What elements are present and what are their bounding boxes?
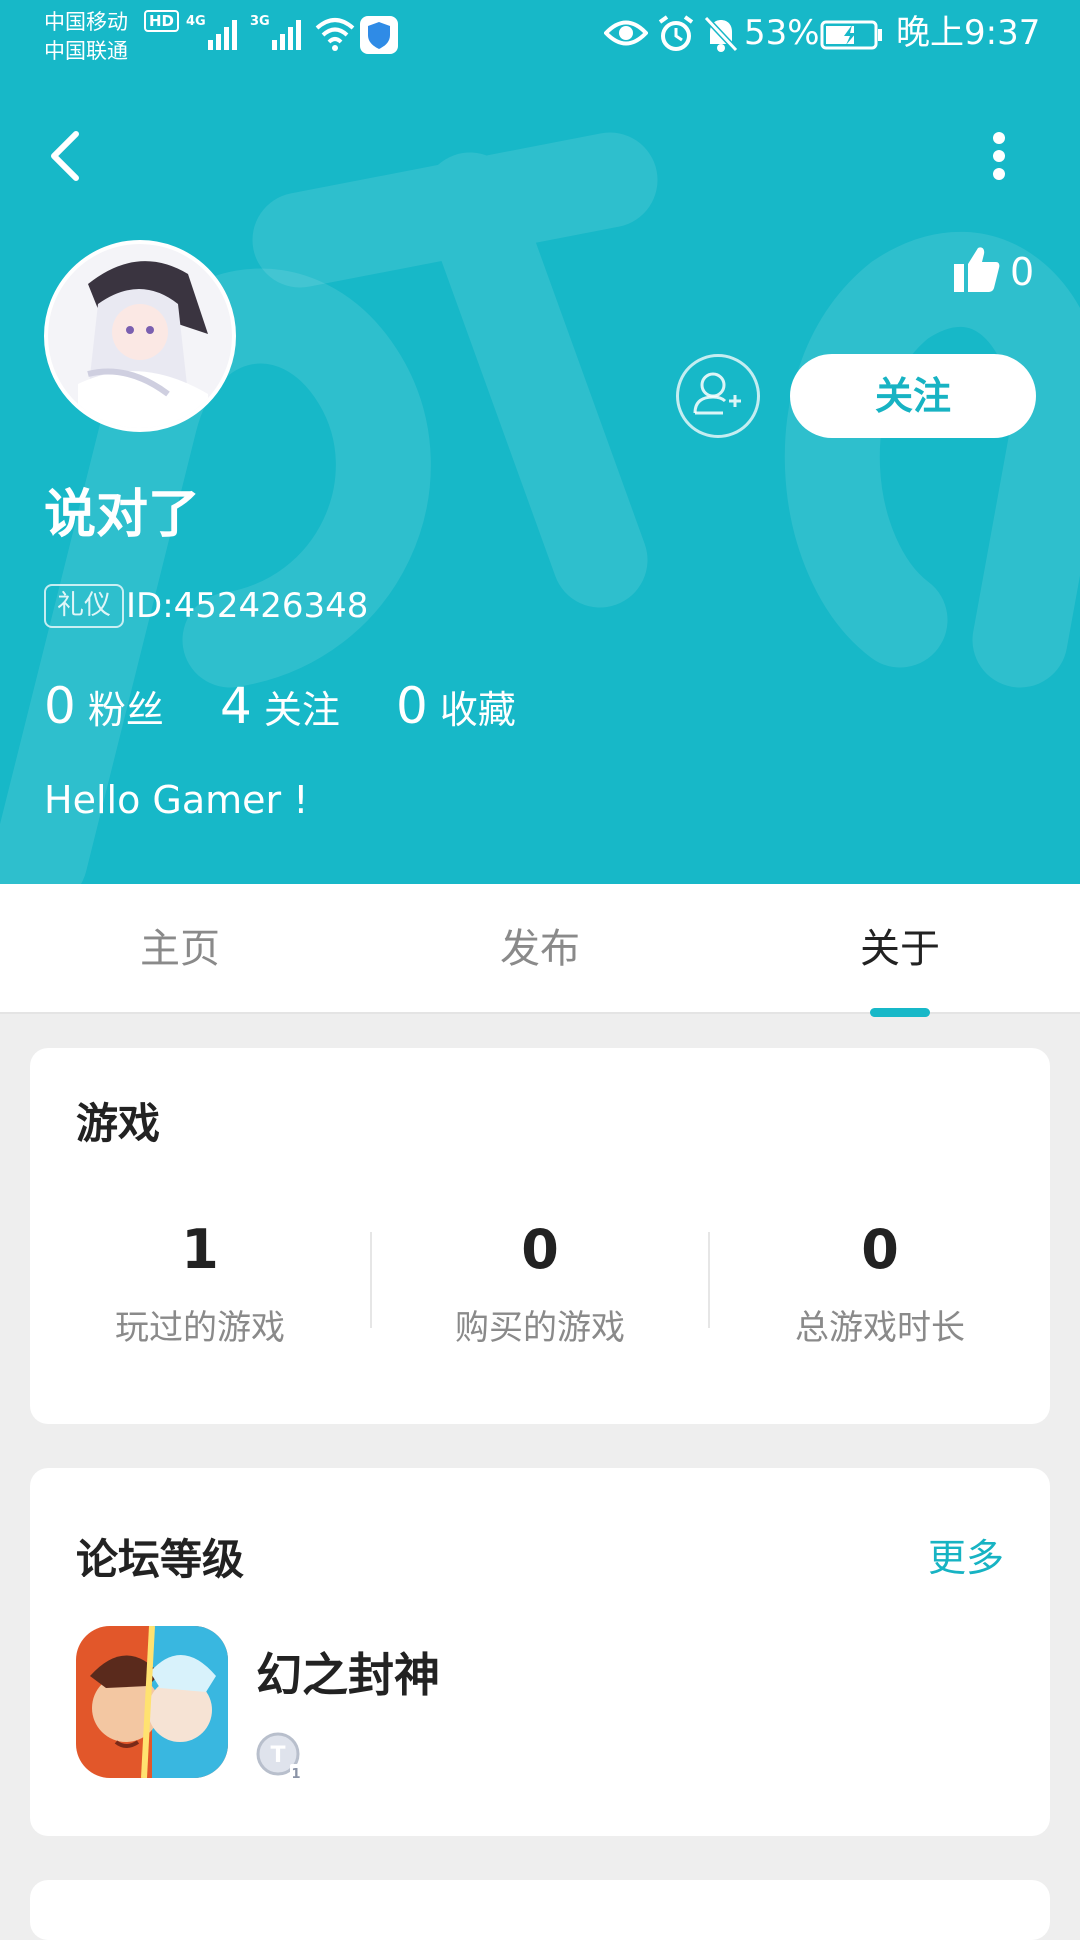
battery-percentage: 53% — [744, 13, 820, 53]
username: 说对了 — [44, 485, 201, 545]
taptap-watermark — [0, 132, 1080, 884]
svg-text:T: T — [270, 1743, 285, 1768]
bio: Hello Gamer ! — [44, 778, 309, 822]
forum-level-title: 论坛等级 — [76, 1535, 245, 1584]
level-medal-icon: T 1 — [256, 1732, 302, 1782]
total-playtime-value: 0 — [861, 1218, 899, 1281]
games-card-title: 游戏 — [76, 1099, 161, 1148]
following-stat[interactable]: 4 关注 — [220, 676, 340, 740]
favorites-stat[interactable]: 0 收藏 — [396, 676, 516, 740]
played-games-label: 玩过的游戏 — [115, 1308, 285, 1348]
followers-count: 0 — [44, 677, 76, 735]
user-id: ID:452426348 — [126, 586, 369, 626]
played-games-count: 1 — [181, 1218, 219, 1281]
network-type-3g: 3G — [250, 14, 270, 29]
game-icon[interactable] — [76, 1626, 228, 1778]
tab-about[interactable]: 关于 — [720, 884, 1080, 1014]
alarm-icon — [658, 15, 694, 51]
active-tab-indicator — [870, 1008, 930, 1017]
forum-level-card: 论坛等级 更多 幻之封神 T 1 — [30, 1468, 1050, 1836]
eye-icon — [604, 20, 648, 46]
followers-stat[interactable]: 0 粉丝 — [44, 676, 164, 740]
signal-bars-icon — [208, 20, 237, 50]
more-link[interactable]: 更多 — [928, 1530, 1004, 1586]
signal-bars-icon — [272, 20, 301, 50]
next-card — [30, 1880, 1050, 1940]
carrier-1: 中国移动 — [44, 10, 128, 34]
clock: 晚上9:37 — [896, 13, 1041, 53]
follow-button[interactable]: 关注 — [790, 354, 1036, 438]
tab-home[interactable]: 主页 — [0, 884, 360, 1014]
etiquette-badge[interactable]: 礼仪 — [44, 584, 124, 628]
followers-label: 粉丝 — [87, 688, 164, 732]
add-user-icon — [693, 372, 741, 415]
following-label: 关注 — [263, 688, 340, 732]
total-playtime-label: 总游戏时长 — [795, 1308, 965, 1348]
carrier-2: 中国联通 — [44, 39, 128, 63]
back-arrow-icon[interactable] — [44, 128, 88, 184]
battery-charging-icon — [820, 20, 882, 50]
game-name[interactable]: 幻之封神 — [256, 1644, 440, 1706]
add-friend-button[interactable] — [676, 354, 760, 438]
game-artwork — [76, 1626, 228, 1778]
security-shield-icon — [360, 16, 398, 54]
likes[interactable]: 0 — [952, 244, 1034, 300]
status-bar: 中国移动 中国联通 HD 4G 3G 53% 晚上9:37 — [0, 0, 1080, 80]
favorites-count: 0 — [396, 677, 428, 735]
wifi-icon — [315, 18, 355, 51]
tab-posts[interactable]: 发布 — [360, 884, 720, 1014]
profile-tabs: 主页 发布 关于 — [0, 884, 1080, 1014]
avatar[interactable] — [44, 240, 236, 432]
network-type-4g: 4G — [186, 14, 206, 29]
favorites-label: 收藏 — [439, 688, 516, 732]
svg-text:1: 1 — [291, 1767, 300, 1782]
hd-badge: HD — [144, 10, 180, 32]
purchased-games-count: 0 — [521, 1218, 559, 1281]
mute-bell-icon — [703, 15, 739, 53]
games-card: 游戏 1 玩过的游戏 0 购买的游戏 0 总游戏时长 — [30, 1048, 1050, 1424]
carrier-names: 中国移动 中国联通 — [44, 8, 128, 66]
likes-count: 0 — [1010, 250, 1035, 294]
purchased-games-label: 购买的游戏 — [455, 1308, 625, 1348]
thumbs-up-icon — [954, 247, 1000, 292]
profile-header: 中国移动 中国联通 HD 4G 3G 53% 晚上9:37 0 关注 说对了 礼… — [0, 0, 1080, 884]
more-options-icon[interactable] — [984, 128, 1014, 184]
following-count: 4 — [220, 677, 252, 735]
avatar-illustration — [48, 244, 232, 428]
